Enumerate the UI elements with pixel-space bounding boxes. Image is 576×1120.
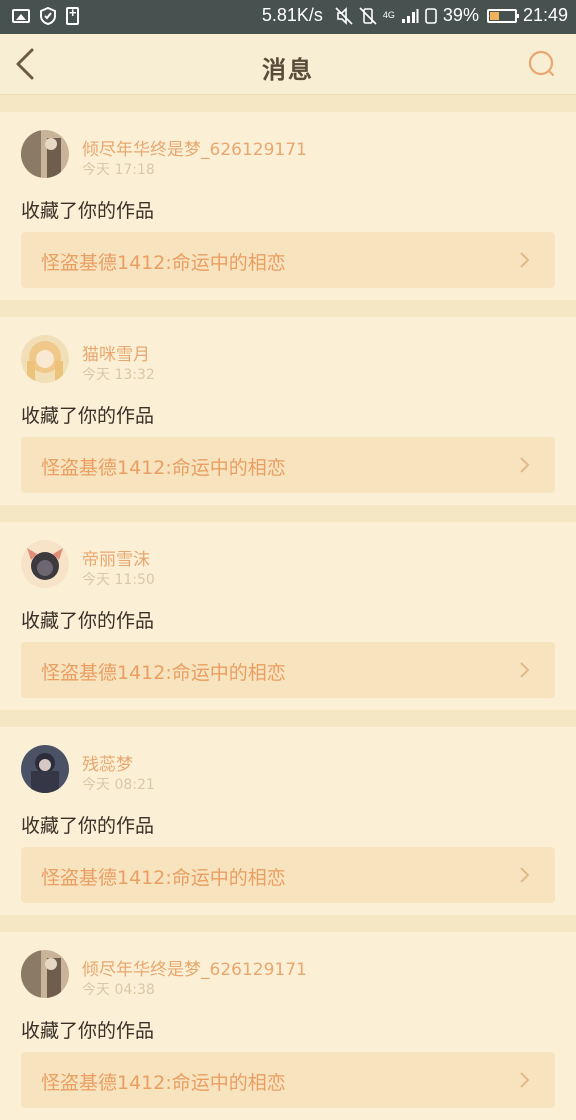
chevron-right-icon (520, 867, 530, 883)
user-avatar[interactable] (21, 745, 69, 793)
vibrate-off-icon (359, 6, 377, 25)
app-header: 消息 (0, 34, 576, 95)
work-link[interactable]: 怪盗基德1412:命运中的相恋 (21, 642, 555, 698)
chevron-right-icon (520, 252, 530, 268)
shield-notification-icon (40, 7, 56, 25)
chevron-right-icon (520, 1072, 530, 1088)
username[interactable]: 残蕊梦 (82, 750, 133, 775)
message-card: 帝丽雪沫 今天 11:50 收藏了你的作品 怪盗基德1412:命运中的相恋 (0, 505, 576, 710)
message-time: 今天 04:38 (82, 982, 155, 998)
username[interactable]: 倾尽年华终是梦_626129171 (82, 135, 307, 160)
message-card: 倾尽年华终是梦_626129171 今天 04:38 收藏了你的作品 怪盗基德1… (0, 915, 576, 1120)
status-bar-left (12, 5, 79, 25)
work-link[interactable]: 怪盗基德1412:命运中的相恋 (21, 847, 555, 903)
message-action-text: 收藏了你的作品 (21, 200, 155, 222)
network-type: 4G (382, 10, 395, 20)
battery-fill (489, 11, 500, 20)
work-title: 怪盗基德1412:命运中的相恋 (41, 1072, 286, 1094)
page-title: 消息 (262, 56, 314, 84)
mute-icon (335, 6, 353, 25)
message-time: 今天 17:18 (82, 162, 155, 178)
message-action-text: 收藏了你的作品 (21, 1020, 155, 1042)
work-link[interactable]: 怪盗基德1412:命运中的相恋 (21, 1052, 555, 1108)
message-time: 今天 08:21 (82, 777, 155, 793)
clock: 21:49 (522, 5, 568, 25)
message-card: 残蕊梦 今天 08:21 收藏了你的作品 怪盗基德1412:命运中的相恋 (0, 710, 576, 915)
sim-card-icon (425, 7, 437, 24)
chevron-right-icon (520, 662, 530, 678)
message-time: 今天 13:32 (82, 367, 155, 383)
battery-saver-icon (66, 5, 79, 25)
work-link[interactable]: 怪盗基德1412:命运中的相恋 (21, 437, 555, 493)
user-avatar[interactable] (21, 950, 69, 998)
message-action-text: 收藏了你的作品 (21, 610, 155, 632)
user-avatar[interactable] (21, 540, 69, 588)
work-title: 怪盗基德1412:命运中的相恋 (41, 867, 286, 889)
chevron-right-icon (520, 457, 530, 473)
message-card: 猫咪雪月 今天 13:32 收藏了你的作品 怪盗基德1412:命运中的相恋 (0, 300, 576, 505)
work-title: 怪盗基德1412:命运中的相恋 (41, 457, 286, 479)
gallery-notification-icon (12, 9, 30, 23)
battery-icon (486, 8, 519, 23)
message-action-text: 收藏了你的作品 (21, 815, 155, 837)
message-time: 今天 11:50 (82, 572, 155, 588)
battery-percent: 39% (442, 5, 479, 25)
network-speed: 5.81K/s (261, 5, 323, 25)
search-icon[interactable] (526, 48, 558, 80)
message-card: 倾尽年华终是梦_626129171 今天 17:18 收藏了你的作品 怪盗基德1… (0, 95, 576, 300)
username[interactable]: 猫咪雪月 (82, 340, 150, 365)
status-bar: 5.81K/s 4G 39% 21:49 (0, 0, 576, 34)
work-title: 怪盗基德1412:命运中的相恋 (41, 662, 286, 684)
message-action-text: 收藏了你的作品 (21, 405, 155, 427)
work-title: 怪盗基德1412:命运中的相恋 (41, 252, 286, 274)
username[interactable]: 帝丽雪沫 (82, 545, 150, 570)
username[interactable]: 倾尽年华终是梦_626129171 (82, 955, 307, 980)
work-link[interactable]: 怪盗基德1412:命运中的相恋 (21, 232, 555, 288)
signal-icon (401, 8, 419, 23)
user-avatar[interactable] (21, 335, 69, 383)
status-bar-right: 5.81K/s 4G 39% 21:49 (262, 5, 568, 26)
user-avatar[interactable] (21, 130, 69, 178)
